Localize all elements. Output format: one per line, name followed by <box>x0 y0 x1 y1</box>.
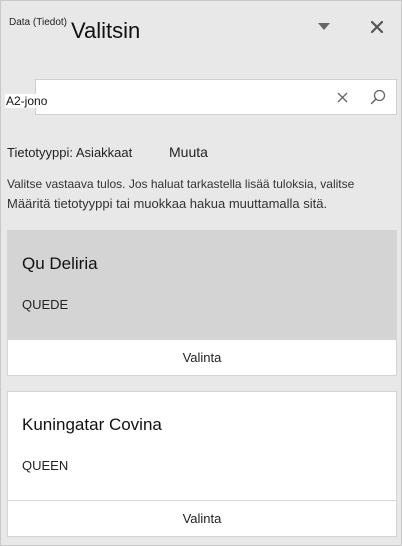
search-value[interactable]: A2-jono <box>5 94 49 108</box>
chevron-down-icon[interactable] <box>312 15 336 39</box>
help-text-line-2: Määritä tietotyyppi tai muokkaa hakua mu… <box>7 196 328 211</box>
result-card-body[interactable]: Kuningatar Covina QUEEN <box>8 392 396 500</box>
result-code: QUEEN <box>22 458 69 473</box>
result-name: Qu Deliria <box>22 254 98 273</box>
data-selector-pane: Data (Tiedot) Valitsin A2-jono Tietotyyp… <box>0 0 402 546</box>
data-type-label: Data (Tiedot) <box>9 17 67 28</box>
pane-title: Valitsin <box>71 18 141 43</box>
result-card[interactable]: Qu Deliria QUEDE Valinta <box>7 230 397 376</box>
search-icon[interactable] <box>367 86 389 108</box>
data-type-text: Tietotyyppi: Asiakkaat <box>7 145 133 160</box>
result-name: Kuningatar Covina <box>22 415 162 434</box>
result-card[interactable]: Kuningatar Covina QUEEN Valinta <box>7 391 397 537</box>
select-button[interactable]: Valinta <box>8 500 396 536</box>
help-text-line-1: Valitse vastaava tulos. Jos haluat tarka… <box>7 177 355 191</box>
result-code: QUEDE <box>22 297 69 312</box>
result-card-body[interactable]: Qu Deliria QUEDE <box>8 231 396 339</box>
select-button[interactable]: Valinta <box>8 339 396 375</box>
change-type-link[interactable]: Muuta <box>169 144 208 160</box>
close-icon[interactable] <box>365 15 389 39</box>
clear-icon[interactable] <box>331 86 353 108</box>
